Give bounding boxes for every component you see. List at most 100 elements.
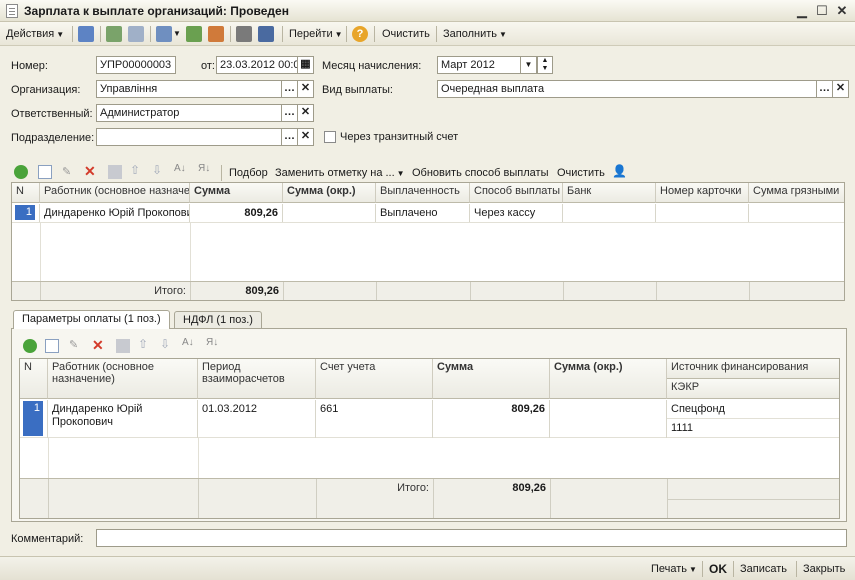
responsible-field[interactable]: Администратор bbox=[96, 104, 282, 122]
update-method-button[interactable]: Обновить способ выплаты bbox=[412, 165, 548, 181]
delete-row-icon[interactable]: ✕ bbox=[84, 163, 98, 179]
clear-button[interactable]: Очистить bbox=[382, 26, 430, 42]
post-close-icon[interactable] bbox=[78, 26, 94, 42]
sum-round-cell[interactable] bbox=[550, 400, 667, 438]
number-field[interactable]: УПР00000003 bbox=[96, 56, 176, 74]
copy-row-icon[interactable] bbox=[38, 165, 52, 179]
col-header-sum-round[interactable]: Сумма (окр.) bbox=[550, 359, 667, 399]
sort-desc-icon[interactable]: Я↓ bbox=[206, 337, 218, 348]
sum-cell[interactable]: 809,26 bbox=[433, 400, 550, 438]
pick-button[interactable]: Подбор bbox=[229, 165, 268, 181]
sort-desc-icon[interactable]: Я↓ bbox=[198, 163, 210, 174]
edit-row-icon[interactable]: ✎ bbox=[62, 165, 76, 179]
department-field[interactable] bbox=[96, 128, 282, 146]
sum-round-cell[interactable] bbox=[283, 204, 376, 222]
tab-payment-params[interactable]: Параметры оплаты (1 поз.) bbox=[13, 310, 170, 329]
col-header-gross[interactable]: Сумма грязными bbox=[749, 183, 844, 203]
replace-mark-menu[interactable]: Заменить отметку на ... ▼ bbox=[275, 165, 405, 181]
help-icon[interactable]: ? bbox=[352, 26, 368, 42]
bank-cell[interactable] bbox=[563, 204, 656, 222]
organization-select-button[interactable]: … bbox=[282, 80, 298, 98]
col-header-n[interactable]: N bbox=[20, 359, 48, 399]
fill-menu[interactable]: Заполнить ▼ bbox=[443, 26, 507, 42]
department-clear-button[interactable]: ✕ bbox=[298, 128, 314, 146]
col-header-card[interactable]: Номер карточки bbox=[656, 183, 749, 203]
responsible-clear-button[interactable]: ✕ bbox=[298, 104, 314, 122]
close-window-button[interactable]: ✕ bbox=[834, 3, 850, 19]
add-row-icon[interactable] bbox=[14, 165, 28, 179]
calendar-icon[interactable]: ▦ bbox=[298, 56, 314, 74]
maximize-button[interactable]: ☐ bbox=[814, 3, 830, 19]
col-header-period[interactable]: Период взаиморасчетов bbox=[198, 359, 316, 399]
actions-menu[interactable]: Действия ▼ bbox=[6, 26, 64, 42]
col-header-bank[interactable]: Банк bbox=[563, 183, 656, 203]
move-down-icon[interactable]: ⇩ bbox=[152, 163, 162, 177]
method-cell[interactable]: Через кассу bbox=[470, 204, 563, 222]
payment-type-clear-button[interactable]: ✕ bbox=[833, 80, 849, 98]
card-cell[interactable] bbox=[656, 204, 749, 222]
responsible-select-button[interactable]: … bbox=[282, 104, 298, 122]
month-dropdown-icon[interactable]: ▼ bbox=[521, 56, 537, 74]
gross-cell[interactable] bbox=[749, 204, 844, 222]
col-header-sum[interactable]: Сумма bbox=[433, 359, 550, 399]
based-on-icon[interactable] bbox=[156, 26, 172, 42]
employee-cell[interactable]: Диндаренко Юрій Прокопович bbox=[48, 400, 198, 438]
end-edit-icon[interactable] bbox=[116, 339, 130, 353]
account-cell[interactable]: 661 bbox=[316, 400, 433, 438]
transit-account-checkbox[interactable] bbox=[324, 131, 336, 143]
copy-row-icon[interactable] bbox=[45, 339, 59, 353]
date-field[interactable]: 23.03.2012 00:00 bbox=[216, 56, 298, 74]
save-button[interactable]: Записать bbox=[740, 561, 787, 577]
edit-row-icon[interactable]: ✎ bbox=[69, 338, 83, 352]
sort-asc-icon[interactable]: A↓ bbox=[174, 163, 186, 174]
close-button[interactable]: Закрыть bbox=[803, 561, 845, 577]
col-header-kekr[interactable]: КЭКР bbox=[667, 379, 839, 399]
move-down-icon[interactable]: ⇩ bbox=[160, 337, 170, 351]
table-row[interactable]: 1 Диндаренко Юрій Прокопович 01.03.2012 … bbox=[20, 400, 839, 438]
col-header-employee[interactable]: Работник (основное назначение) bbox=[48, 359, 198, 399]
kekr-cell[interactable]: 1111 bbox=[667, 419, 839, 438]
end-edit-icon[interactable] bbox=[108, 165, 122, 179]
paid-cell[interactable]: Выплачено bbox=[376, 204, 470, 222]
col-header-paid[interactable]: Выплаченность bbox=[376, 183, 470, 203]
col-header-n[interactable]: N bbox=[12, 183, 40, 203]
delete-row-icon[interactable]: ✕ bbox=[92, 337, 106, 353]
col-header-account[interactable]: Счет учета bbox=[316, 359, 433, 399]
list-icon[interactable] bbox=[236, 26, 252, 42]
structure-icon[interactable] bbox=[208, 26, 224, 42]
col-header-sum-round[interactable]: Сумма (окр.) bbox=[283, 183, 376, 203]
payment-type-select-button[interactable]: … bbox=[817, 80, 833, 98]
goto-menu[interactable]: Перейти ▼ bbox=[289, 26, 343, 42]
movements-icon[interactable] bbox=[186, 26, 202, 42]
post-icon[interactable] bbox=[106, 26, 122, 42]
move-up-icon[interactable]: ⇧ bbox=[138, 337, 148, 351]
col-header-source[interactable]: Источник финансирования bbox=[667, 359, 839, 379]
payment-type-field[interactable]: Очередная выплата bbox=[437, 80, 817, 98]
col-header-sum[interactable]: Сумма bbox=[190, 183, 283, 203]
employee-cell[interactable]: Диндаренко Юрій Прокопович bbox=[40, 204, 190, 222]
month-spinner[interactable]: ▲ ▼ bbox=[537, 56, 553, 74]
table-row[interactable]: 1 Диндаренко Юрій Прокопович 809,26 Выпл… bbox=[12, 204, 844, 223]
source-cell[interactable]: Спецфонд bbox=[667, 400, 839, 419]
comment-field[interactable] bbox=[96, 529, 847, 547]
month-field[interactable]: Март 2012 bbox=[437, 56, 521, 74]
copy-icon[interactable] bbox=[128, 26, 144, 42]
user-search-icon[interactable]: 👤 bbox=[612, 164, 628, 180]
table-clear-button[interactable]: Очистить bbox=[557, 165, 605, 181]
organization-clear-button[interactable]: ✕ bbox=[298, 80, 314, 98]
move-up-icon[interactable]: ⇧ bbox=[130, 163, 140, 177]
tab-ndfl[interactable]: НДФЛ (1 поз.) bbox=[174, 311, 262, 329]
col-header-method[interactable]: Способ выплаты bbox=[470, 183, 563, 203]
settings-icon[interactable] bbox=[258, 26, 274, 42]
col-header-employee[interactable]: Работник (основное назначение) bbox=[40, 183, 190, 203]
add-row-icon[interactable] bbox=[23, 339, 37, 353]
minimize-button[interactable]: ▁ bbox=[794, 3, 810, 19]
department-select-button[interactable]: … bbox=[282, 128, 298, 146]
print-menu[interactable]: Печать ▼ bbox=[651, 561, 697, 578]
ok-button[interactable]: OK bbox=[709, 561, 727, 577]
based-on-dropdown[interactable]: ▼ bbox=[173, 26, 181, 42]
sum-cell[interactable]: 809,26 bbox=[190, 204, 283, 222]
sort-asc-icon[interactable]: A↓ bbox=[182, 337, 194, 348]
period-cell[interactable]: 01.03.2012 bbox=[198, 400, 316, 438]
organization-field[interactable]: Управління bbox=[96, 80, 282, 98]
